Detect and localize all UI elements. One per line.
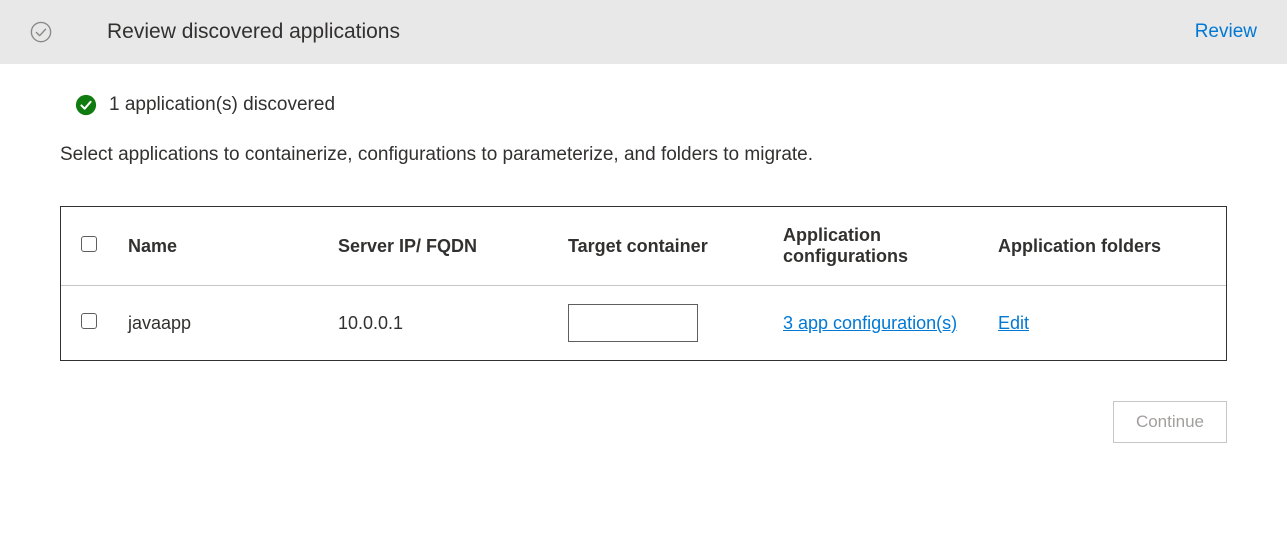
- cell-server: 10.0.0.1: [326, 286, 556, 361]
- discovery-status-text: 1 application(s) discovered: [109, 94, 335, 116]
- continue-button[interactable]: Continue: [1113, 401, 1227, 443]
- success-icon: [75, 94, 97, 116]
- description-text: Select applications to containerize, con…: [60, 144, 1227, 166]
- step-header: Review discovered applications Review: [0, 0, 1287, 64]
- discovery-status: 1 application(s) discovered: [75, 94, 1227, 116]
- cell-name: javaapp: [116, 286, 326, 361]
- table-header-row: Name Server IP/ FQDN Target container Ap…: [61, 207, 1226, 286]
- col-header-folders: Application folders: [986, 207, 1226, 286]
- step-title: Review discovered applications: [107, 20, 1195, 44]
- col-header-name: Name: [116, 207, 326, 286]
- applications-table: Name Server IP/ FQDN Target container Ap…: [60, 206, 1227, 361]
- col-header-server: Server IP/ FQDN: [326, 207, 556, 286]
- select-all-checkbox[interactable]: [81, 236, 97, 252]
- col-header-target: Target container: [556, 207, 771, 286]
- content-area: 1 application(s) discovered Select appli…: [0, 64, 1287, 473]
- row-checkbox[interactable]: [81, 313, 97, 329]
- col-header-config: Application configurations: [771, 207, 986, 286]
- app-folders-edit-link[interactable]: Edit: [998, 313, 1029, 333]
- step-complete-icon: [30, 21, 52, 43]
- app-configurations-link[interactable]: 3 app configuration(s): [783, 311, 957, 335]
- table-row: javaapp 10.0.0.1 3 app configuration(s) …: [61, 286, 1226, 361]
- target-container-input[interactable]: [568, 304, 698, 342]
- footer: Continue: [60, 401, 1227, 443]
- review-link[interactable]: Review: [1195, 21, 1257, 43]
